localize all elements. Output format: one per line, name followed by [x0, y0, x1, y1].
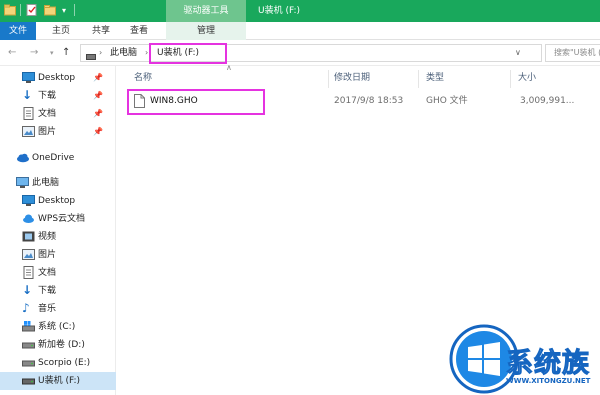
- sidebar-item-label: 新加卷 (D:): [38, 340, 85, 350]
- column-header-type[interactable]: 类型: [426, 70, 444, 86]
- sidebar-item-drive-c[interactable]: 系统 (C:): [0, 318, 116, 336]
- drive-icon: [22, 356, 35, 369]
- column-divider[interactable]: [328, 70, 329, 88]
- sidebar-item-label: 图片: [38, 127, 57, 137]
- sidebar-item-this-pc[interactable]: 此电脑: [0, 174, 116, 192]
- video-icon: [22, 230, 35, 243]
- site-watermark: 系统族 WWW.XITONGZU.NET: [448, 323, 600, 395]
- desktop-folder-icon: [22, 71, 35, 84]
- sidebar-item-videos[interactable]: 视频: [0, 228, 116, 246]
- sidebar-item-label: Desktop: [38, 73, 76, 83]
- column-header-name[interactable]: 名称: [134, 70, 152, 86]
- sidebar-item-music[interactable]: ♪ 音乐: [0, 300, 116, 318]
- sidebar-item-label: 此电脑: [32, 178, 60, 188]
- desktop-folder-icon: [22, 194, 35, 207]
- file-highlight-box: [127, 89, 265, 115]
- address-highlight-box: [149, 43, 227, 64]
- tab-share[interactable]: 共享: [86, 22, 116, 40]
- drive-breadcrumb-icon: [86, 50, 96, 66]
- download-arrow-icon: ↓: [22, 88, 33, 102]
- sidebar-item-pictures-quick[interactable]: 图片 📌: [0, 123, 116, 141]
- recent-locations-chevron-icon[interactable]: ▾: [50, 46, 54, 60]
- sidebar-item-drive-e[interactable]: Scorpio (E:): [0, 354, 116, 372]
- new-folder-icon[interactable]: [44, 3, 56, 17]
- tab-view[interactable]: 查看: [124, 22, 154, 40]
- pin-icon[interactable]: 📌: [93, 69, 103, 87]
- sidebar-item-label: 下载: [38, 286, 57, 296]
- toolbar-divider: [20, 4, 21, 16]
- properties-icon[interactable]: [26, 3, 38, 17]
- back-arrow-icon[interactable]: ←: [8, 46, 16, 60]
- forward-arrow-icon[interactable]: →: [30, 46, 38, 60]
- sidebar-item-desktop[interactable]: Desktop: [0, 192, 116, 210]
- toolbar-divider: [74, 4, 75, 16]
- windows-drive-icon: [22, 320, 35, 333]
- watermark-url: WWW.XITONGZU.NET: [506, 377, 591, 385]
- sidebar-item-onedrive[interactable]: OneDrive: [0, 149, 116, 167]
- drive-icon: [22, 338, 35, 351]
- file-size: 3,009,991...: [520, 96, 575, 106]
- picture-icon: [22, 248, 35, 261]
- sort-ascending-icon: ∧: [226, 63, 232, 72]
- music-note-icon: ♪: [22, 301, 30, 315]
- sidebar-item-downloads-quick[interactable]: ↓ 下载 📌: [0, 87, 116, 105]
- address-toolbar: ← → ▾ ↑ › 此电脑 › U装机 (F:) ∨ ↻ 搜索"U装机 (F:)…: [0, 40, 600, 66]
- sidebar-item-label: 文档: [38, 268, 57, 278]
- sidebar-item-wps-cloud[interactable]: WPS云文档: [0, 210, 116, 228]
- pin-icon[interactable]: 📌: [93, 105, 103, 123]
- sidebar-item-label: 图片: [38, 250, 57, 260]
- sidebar-item-pictures[interactable]: 图片: [0, 246, 116, 264]
- column-divider[interactable]: [418, 70, 419, 88]
- sidebar-item-drive-f[interactable]: U装机 (F:): [0, 372, 116, 390]
- address-dropdown-icon[interactable]: ∨: [515, 45, 521, 61]
- column-header-date-modified[interactable]: 修改日期: [334, 70, 370, 86]
- computer-icon: [16, 176, 29, 189]
- sidebar-item-label: 下载: [38, 91, 57, 101]
- column-header-size[interactable]: 大小: [518, 70, 536, 86]
- column-divider[interactable]: [510, 70, 511, 88]
- sidebar-item-label: 音乐: [38, 304, 57, 314]
- sidebar-item-label: 文档: [38, 109, 57, 119]
- drive-tools-context-tab[interactable]: 驱动器工具: [166, 0, 246, 22]
- sidebar-item-label: Desktop: [38, 196, 76, 206]
- up-arrow-icon[interactable]: ↑: [62, 46, 70, 60]
- title-bar: ▾ 驱动器工具 U装机 (F:): [0, 0, 600, 22]
- sidebar-item-label: Scorpio (E:): [38, 358, 91, 368]
- sidebar-item-label: 视频: [38, 232, 57, 242]
- picture-icon: [22, 125, 35, 138]
- tab-home[interactable]: 主页: [46, 22, 76, 40]
- sidebar-item-drive-d[interactable]: 新加卷 (D:): [0, 336, 116, 354]
- sidebar-item-desktop-quick[interactable]: Desktop 📌: [0, 69, 116, 87]
- document-icon: [22, 266, 35, 279]
- wps-cloud-icon: [22, 212, 35, 225]
- sidebar-item-label: WPS云文档: [38, 214, 86, 224]
- folder-icon: [4, 3, 16, 17]
- file-modified-date: 2017/9/8 18:53: [334, 96, 404, 106]
- download-arrow-icon: ↓: [22, 283, 33, 297]
- pin-icon[interactable]: 📌: [93, 123, 103, 141]
- sidebar-item-label: OneDrive: [32, 153, 75, 163]
- quick-access-dropdown-icon[interactable]: ▾: [62, 3, 66, 17]
- usb-drive-icon: [22, 374, 35, 387]
- file-type: GHO 文件: [426, 96, 468, 106]
- sidebar-item-label: U装机 (F:): [38, 376, 80, 386]
- sidebar-item-downloads[interactable]: ↓ 下载: [0, 282, 116, 300]
- tab-manage[interactable]: 管理: [166, 22, 246, 40]
- sidebar-item-documents-quick[interactable]: 文档 📌: [0, 105, 116, 123]
- window-title: U装机 (F:): [258, 6, 300, 16]
- watermark-brand: 系统族: [506, 348, 590, 380]
- sidebar-item-label: 系统 (C:): [38, 322, 76, 332]
- tab-file[interactable]: 文件: [0, 22, 36, 40]
- breadcrumb-separator-icon: ›: [145, 48, 149, 57]
- search-input[interactable]: 搜索"U装机 (F:)": [545, 44, 600, 62]
- pin-icon[interactable]: 📌: [93, 87, 103, 105]
- navigation-pane: Desktop 📌 ↓ 下载 📌 文档 📌 图片 📌 OneDrive 此电脑: [0, 66, 116, 395]
- document-icon: [22, 107, 35, 120]
- breadcrumb-this-pc[interactable]: 此电脑: [110, 45, 137, 61]
- ribbon-tab-bar: 文件 主页 共享 查看 管理: [0, 22, 600, 40]
- breadcrumb-separator-icon: ›: [99, 48, 103, 57]
- sidebar-item-documents[interactable]: 文档: [0, 264, 116, 282]
- cloud-icon: [16, 151, 29, 164]
